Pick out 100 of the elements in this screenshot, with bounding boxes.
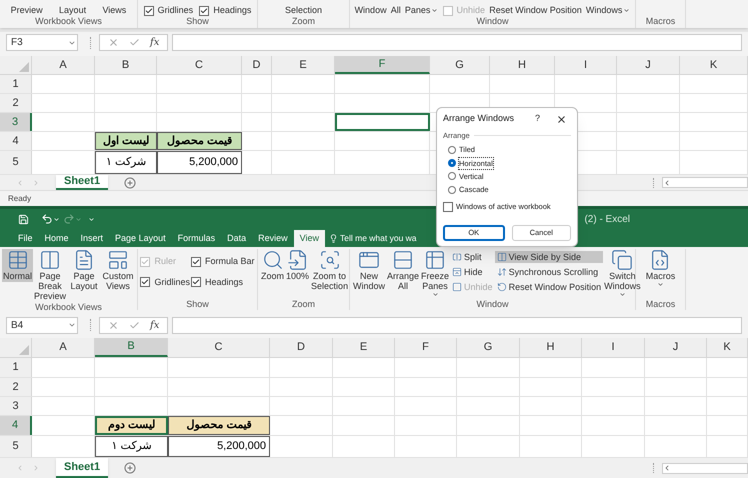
ribbon-button[interactable]: Page Break Preview (33, 249, 68, 302)
ribbon-button[interactable]: Reset Window Position (494, 281, 604, 293)
column-header[interactable]: H (520, 338, 582, 357)
ribbon-button[interactable]: Switch Windows (603, 249, 642, 299)
column-header[interactable]: J (645, 338, 707, 357)
radio-button[interactable] (448, 159, 456, 168)
sheet-tab[interactable]: Sheet1 (56, 175, 108, 190)
checkbox[interactable] (190, 256, 201, 267)
column-header[interactable]: H (490, 56, 555, 74)
ribbon-checkbox[interactable]: Formula Bar (190, 255, 254, 268)
close-icon[interactable] (556, 114, 567, 124)
column-header[interactable]: D (270, 338, 333, 357)
radio-button[interactable] (448, 186, 456, 194)
column-header[interactable]: B (95, 56, 157, 74)
radio-button[interactable] (448, 146, 456, 154)
ribbon-tab[interactable]: Formulas (172, 230, 222, 247)
ribbon-button[interactable]: Panes (404, 5, 438, 16)
row-header[interactable]: 4 (0, 416, 32, 435)
checkbox[interactable] (144, 6, 154, 16)
name-box[interactable]: B4 (6, 316, 78, 334)
ribbon-checkbox[interactable]: Gridlines (140, 276, 190, 289)
help-button[interactable]: ? (534, 112, 540, 126)
ribbon-button[interactable]: Freeze Panes (420, 249, 450, 299)
caret-icon[interactable] (68, 321, 76, 329)
checkbox[interactable] (443, 202, 453, 212)
ribbon-tab[interactable]: Data (221, 230, 252, 247)
cancel-icon[interactable] (108, 37, 119, 48)
ribbon-button[interactable]: View Side by Side (494, 251, 604, 263)
ribbon-button[interactable]: Preview (10, 5, 43, 16)
insert-function-button[interactable]: fx (150, 318, 160, 332)
column-header[interactable]: G (457, 338, 520, 357)
save-icon[interactable] (18, 214, 29, 224)
row-header[interactable]: 3 (0, 397, 32, 415)
ribbon-tab[interactable]: Insert (74, 230, 110, 247)
add-sheet-icon[interactable] (124, 176, 136, 188)
selected-cell[interactable] (335, 113, 430, 131)
ribbon-button[interactable]: Page Layout (67, 249, 102, 292)
ribbon-tab[interactable]: Home (38, 230, 75, 247)
ribbon-button[interactable]: 100% (285, 249, 310, 282)
ribbon-button[interactable]: New Window (352, 249, 386, 292)
row-header[interactable]: 4 (0, 132, 32, 150)
ribbon-button[interactable]: Zoom to Selection (310, 249, 350, 292)
ribbon-tab[interactable]: View (294, 230, 325, 247)
formula-input[interactable] (172, 316, 742, 334)
row-header[interactable]: 2 (0, 378, 32, 396)
column-header[interactable]: F (395, 338, 457, 357)
add-sheet-icon[interactable] (124, 462, 136, 474)
checkbox[interactable] (199, 6, 210, 16)
ribbon-checkbox[interactable]: Gridlines (144, 5, 194, 16)
column-header[interactable]: I (555, 56, 617, 74)
ribbon-tab[interactable]: Review (252, 230, 294, 247)
ribbon-tab[interactable]: File (12, 230, 39, 247)
caret-icon[interactable] (53, 216, 60, 222)
column-header[interactable]: K (680, 56, 748, 74)
column-header[interactable]: I (582, 338, 645, 357)
row-header[interactable]: 5 (0, 151, 32, 174)
radio-button[interactable] (448, 172, 456, 180)
ribbon-tab[interactable]: Page Layout (109, 230, 172, 247)
column-header[interactable]: C (168, 338, 270, 357)
row-header[interactable]: 3 (0, 113, 32, 131)
ribbon-checkbox[interactable]: Headings (199, 5, 252, 16)
insert-function-button[interactable]: fx (150, 35, 160, 50)
ribbon-button[interactable]: Selection (284, 5, 322, 16)
cancel-icon[interactable] (108, 320, 119, 330)
ribbon-button[interactable]: Arrange All (386, 249, 420, 292)
ribbon-button[interactable]: Custom Views (101, 249, 135, 292)
ribbon-button[interactable]: Split (450, 251, 495, 263)
sheet-tab[interactable]: Sheet1 (56, 458, 108, 478)
ribbon-button[interactable]: Hide (450, 266, 495, 278)
row-header[interactable]: 2 (0, 94, 32, 112)
column-header[interactable]: D (242, 56, 272, 74)
ribbon-button[interactable]: Layout (59, 5, 86, 16)
column-header[interactable]: J (617, 56, 680, 74)
scroll-left-icon[interactable] (663, 178, 671, 186)
column-header[interactable]: A (32, 56, 95, 74)
column-header[interactable]: B (95, 338, 168, 357)
customize-icon[interactable] (88, 216, 95, 222)
ribbon-button[interactable]: Windows (586, 5, 630, 16)
ribbon-button[interactable]: Views (102, 5, 126, 16)
ribbon-button[interactable]: Window (354, 5, 387, 16)
tell-me-search[interactable]: Tell me what you wa (329, 230, 417, 247)
horizontal-scrollbar[interactable] (662, 462, 748, 474)
row-header[interactable]: 1 (0, 75, 32, 93)
row-header[interactable]: 5 (0, 436, 32, 457)
column-header[interactable]: G (430, 56, 490, 74)
formula-input[interactable] (172, 34, 742, 51)
column-header[interactable]: F (335, 56, 430, 74)
column-header[interactable]: C (157, 56, 242, 74)
checkbox[interactable] (190, 277, 201, 288)
column-header[interactable]: E (333, 338, 395, 357)
ribbon-checkbox[interactable]: Headings (190, 276, 254, 289)
ribbon-button[interactable]: Zoom (260, 249, 286, 282)
checkbox[interactable] (140, 277, 150, 288)
scroll-left-icon[interactable] (663, 464, 671, 472)
name-box[interactable]: F3 (6, 34, 78, 51)
ribbon-button[interactable]: Macros (644, 249, 676, 289)
horizontal-scrollbar[interactable] (662, 177, 748, 188)
enter-icon[interactable] (129, 37, 140, 48)
ribbon-button[interactable]: Normal (2, 249, 34, 282)
ribbon-button[interactable]: All (390, 5, 401, 16)
